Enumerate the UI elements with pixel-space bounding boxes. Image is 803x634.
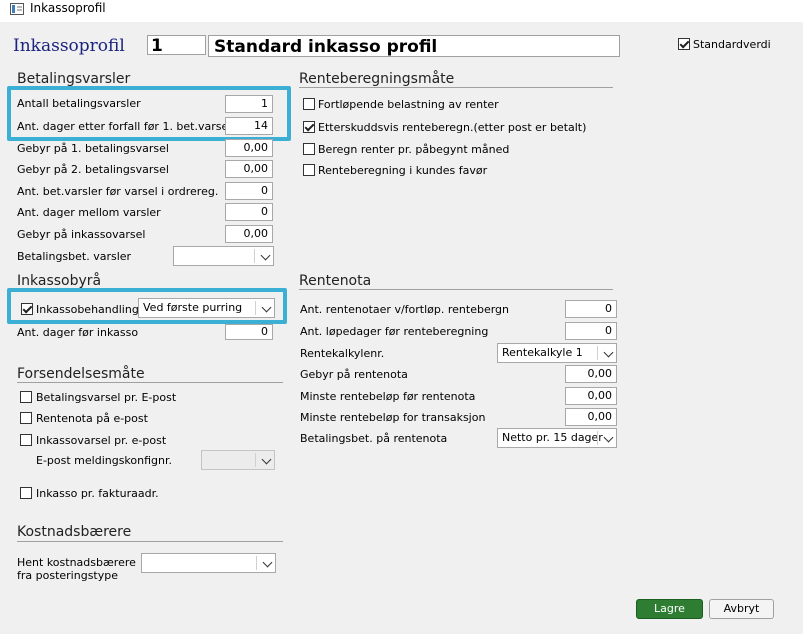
save-button[interactable]: Lagre [636,599,703,619]
row-label: Ant. dager før inkasso [17,326,139,339]
checkbox-label: Rentenota på e-post [36,412,148,425]
chevron-down-icon [261,302,272,313]
row-label: Betalingsbet. på rentenota [300,432,448,445]
section-renteberegning: Renteberegningsmåte [299,71,455,87]
checkbox-label: Etterskuddsvis renteberegn.(etter post e… [318,121,587,134]
dager-mellom-varsler-input[interactable]: 0 [225,203,273,221]
checkbox-label: Renteberegning i kundes favør [318,164,488,177]
row-label: Antall betalingsvarsler [17,97,141,110]
row-label: Minste rentebeløp før rentenota [300,390,476,403]
row-label: Gebyr på inkassovarsel [17,228,146,241]
kostnadsbaerere-select[interactable] [141,553,276,573]
row-label: Gebyr på 2. betalingsvarsel [17,163,169,176]
betalingsvarsel-epost-checkbox[interactable] [20,391,32,403]
gebyr-rentenota-input[interactable]: 0,00 [565,365,617,383]
section-divider [17,541,283,542]
select-value: Ved første purring [143,301,243,314]
checkbox-label: Fortløpende belastning av renter [318,98,499,111]
row-label: Ant. dager etter forfall før 1. bet.vars… [17,120,232,133]
rentekalkyle-select[interactable]: Rentekalkyle 1 [497,343,617,363]
row-label: Ant. rentenotaer v/fortløp. rentebergn [300,303,509,316]
section-forsendelse: Forsendelsesmåte [17,366,145,382]
checkbox-label: Inkassovarsel pr. e-post [36,434,167,447]
cancel-button[interactable]: Avbryt [709,599,774,619]
inkassobehandling-label: Inkassobehandling [36,303,139,316]
fortlopende-checkbox[interactable] [303,98,315,110]
rentenota-epost-checkbox[interactable] [20,412,32,424]
epost-meldingskonfig-select[interactable] [201,450,275,470]
section-divider [299,289,613,290]
section-rentenota: Rentenota [299,273,372,289]
chevron-down-icon [260,250,271,261]
gebyr-inkassovarsel-input[interactable]: 0,00 [225,225,273,243]
row-label: Minste rentebeløp for transaksjon [300,411,486,424]
varsler-for-ordrereg-input[interactable]: 0 [225,182,273,200]
row-label: Ant. dager mellom varsler [17,206,161,219]
inkassobehandling-checkbox[interactable] [21,303,33,315]
section-divider [17,382,283,383]
gebyr-1-input[interactable]: 0,00 [225,139,273,157]
inkasso-fakturaadr-checkbox[interactable] [20,487,32,499]
rentenotaer-fortlop-input[interactable]: 0 [565,300,617,318]
default-checkbox-label: Standardverdi [693,38,771,51]
row-label: E-post meldingskonfignr. [36,454,173,467]
default-checkbox[interactable] [678,38,690,50]
profile-name-field[interactable]: Standard inkasso profil [208,35,620,57]
antall-betalingsvarsler-input[interactable]: 1 [225,95,273,113]
inkassovarsel-epost-checkbox[interactable] [20,434,32,446]
row-label: Gebyr på 1. betalingsvarsel [17,142,169,155]
row-label: fra posteringstype [17,569,118,582]
chevron-down-icon [603,347,614,358]
row-label: Gebyr på rentenota [300,368,408,381]
section-betalingsvarsler: Betalingsvarsler [17,71,131,87]
checkbox-label: Inkasso pr. fakturaadr. [36,487,159,500]
chevron-down-icon [262,557,273,568]
row-label: Ant. løpedager før renteberegning [300,325,489,338]
lopedager-input[interactable]: 0 [565,322,617,340]
select-value: Rentekalkyle 1 [502,346,583,359]
row-label: Hent kostnadsbærere [17,556,136,569]
pabegynt-maned-checkbox[interactable] [303,143,315,155]
dager-for-inkasso-input[interactable]: 0 [225,324,273,340]
chevron-down-icon [603,432,614,443]
chevron-down-icon [261,454,272,465]
profile-id-field[interactable]: 1 [147,35,206,56]
minste-rentebelop-rentenota-input[interactable]: 0,00 [565,387,617,405]
page-title: Inkassoprofil [13,36,125,56]
row-label: Rentekalkylenr. [300,347,385,360]
dager-etter-forfall-input[interactable]: 14 [225,117,273,135]
section-inkassobyra: Inkassobyrå [17,273,102,289]
section-divider [299,87,613,88]
title-bar [0,0,803,22]
section-kostnad: Kostnadsbærere [17,524,132,540]
betalingsbet-varsler-select[interactable] [173,246,274,266]
row-label: Betalingsbet. varsler [17,250,132,263]
row-label: Ant. bet.varsler før varsel i ordrereg. [17,185,219,198]
window-app-icon [10,3,24,15]
select-value: Netto pr. 15 dager [502,431,603,444]
kundes-favor-checkbox[interactable] [303,164,315,176]
inkasso-timing-select[interactable]: Ved første purring [138,298,275,318]
minste-rentebelop-transaksjon-input[interactable]: 0,00 [565,408,617,426]
betalingsbet-rentenota-select[interactable]: Netto pr. 15 dager [497,428,617,448]
gebyr-2-input[interactable]: 0,00 [225,160,273,178]
etterskuddsvis-checkbox[interactable] [303,121,315,133]
checkbox-label: Betalingsvarsel pr. E-post [36,391,177,404]
checkbox-label: Beregn renter pr. påbegynt måned [318,143,510,156]
window-title: Inkassoprofil [30,1,106,15]
